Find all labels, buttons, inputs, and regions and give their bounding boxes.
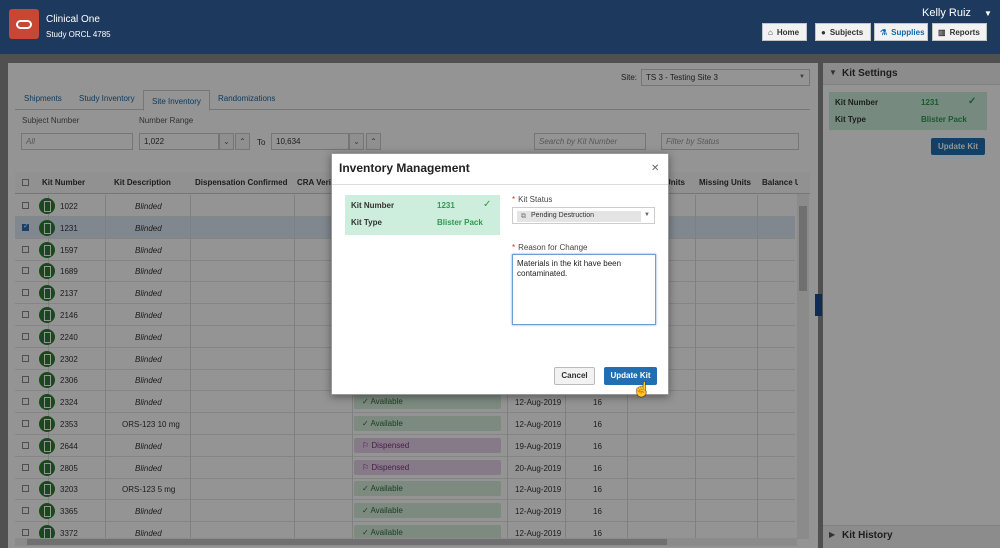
reports-button[interactable]: ▥ Reports xyxy=(932,23,987,41)
reports-button-label: Reports xyxy=(949,27,980,37)
caret-down-icon[interactable]: ▼ xyxy=(984,9,992,18)
destruction-icon: ⧉ xyxy=(521,213,526,220)
home-button[interactable]: ⌂ Home xyxy=(762,23,807,41)
user-icon: ● xyxy=(821,27,826,37)
reason-label-text: Reason for Change xyxy=(518,243,588,252)
close-icon[interactable]: ✕ xyxy=(651,163,659,174)
kit-status-value: Pending Destruction xyxy=(531,212,595,219)
subjects-button[interactable]: ● Subjects xyxy=(815,23,871,41)
reason-textarea[interactable]: Materials in the kit have been contamina… xyxy=(512,254,656,325)
app-name: Clinical One xyxy=(46,14,100,25)
user-menu[interactable]: Kelly Ruiz xyxy=(922,7,971,19)
dialog-kit-number-label: Kit Number xyxy=(351,201,395,210)
required-asterisk-icon: * xyxy=(512,243,516,252)
dialog-kit-type-label: Kit Type xyxy=(351,218,382,227)
home-button-label: Home xyxy=(776,27,800,37)
check-icon: ✓ xyxy=(483,199,492,210)
supplies-icon: ⚗ xyxy=(880,27,888,37)
supplies-button-label: Supplies xyxy=(891,27,925,37)
hand-cursor-icon: ☝ xyxy=(633,381,651,397)
reason-label: * Reason for Change xyxy=(512,243,588,252)
kit-status-label: * Kit Status xyxy=(512,195,552,204)
supplies-button[interactable]: ⚗ Supplies xyxy=(874,23,928,41)
dialog-title: Inventory Management xyxy=(339,161,470,175)
dialog-kit-type-value: Blister Pack xyxy=(437,218,483,227)
dialog-kit-number-value: 1231 xyxy=(437,201,455,210)
kit-status-select[interactable]: ⧉ Pending Destruction ▼ xyxy=(512,207,655,224)
oracle-logo-icon xyxy=(9,9,39,39)
home-icon: ⌂ xyxy=(768,27,773,37)
kit-status-chip: ⧉ Pending Destruction xyxy=(517,211,641,222)
required-asterisk-icon: * xyxy=(512,195,516,204)
study-name: Study ORCL 4785 xyxy=(46,30,111,39)
subjects-button-label: Subjects xyxy=(829,27,864,37)
divider xyxy=(332,184,668,185)
cancel-button[interactable]: Cancel xyxy=(554,367,595,385)
bar-chart-icon: ▥ xyxy=(938,27,946,37)
kit-status-label-text: Kit Status xyxy=(518,195,553,204)
chevron-down-icon: ▼ xyxy=(644,212,650,218)
